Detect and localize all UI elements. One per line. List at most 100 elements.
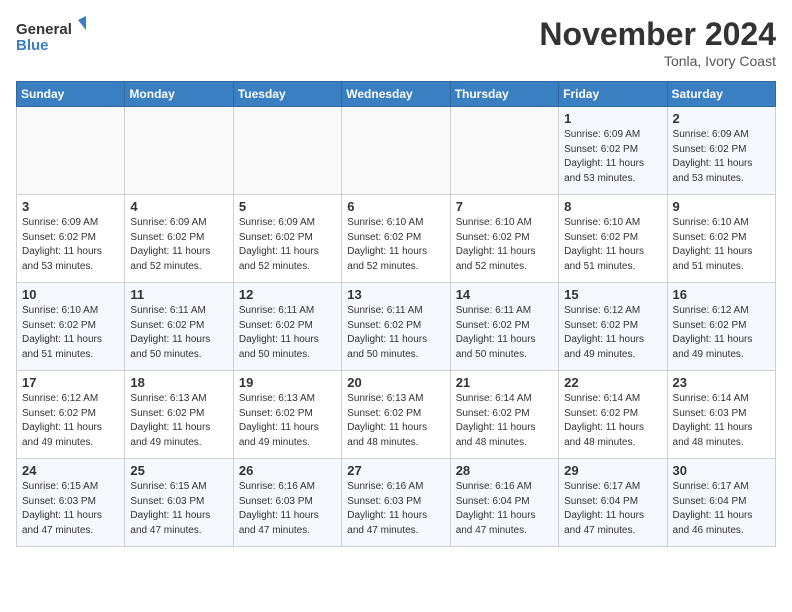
day-info: Sunrise: 6:10 AM Sunset: 6:02 PM Dayligh…	[22, 304, 119, 362]
calendar-cell: 10 Sunrise: 6:10 AM Sunset: 6:02 PM Dayli…	[17, 283, 125, 371]
day-number: 6	[347, 199, 444, 214]
day-number: 16	[673, 287, 770, 302]
day-info: Sunrise: 6:13 AM Sunset: 6:02 PM Dayligh…	[239, 392, 336, 450]
day-info: Sunrise: 6:16 AM Sunset: 6:04 PM Dayligh…	[456, 480, 553, 538]
day-info: Sunrise: 6:09 AM Sunset: 6:02 PM Dayligh…	[22, 216, 119, 274]
day-info: Sunrise: 6:10 AM Sunset: 6:02 PM Dayligh…	[673, 216, 770, 274]
col-header-sunday: Sunday	[17, 82, 125, 107]
svg-text:Blue: Blue	[16, 37, 49, 54]
day-info: Sunrise: 6:13 AM Sunset: 6:02 PM Dayligh…	[130, 392, 227, 450]
calendar-cell: 18 Sunrise: 6:13 AM Sunset: 6:02 PM Dayli…	[125, 371, 233, 459]
day-number: 18	[130, 375, 227, 390]
calendar-cell: 14 Sunrise: 6:11 AM Sunset: 6:02 PM Dayli…	[450, 283, 558, 371]
title-block: November 2024 Tonla, Ivory Coast	[539, 16, 776, 69]
calendar-cell: 16 Sunrise: 6:12 AM Sunset: 6:02 PM Dayli…	[667, 283, 775, 371]
day-info: Sunrise: 6:12 AM Sunset: 6:02 PM Dayligh…	[673, 304, 770, 362]
calendar-cell	[450, 107, 558, 195]
calendar-cell: 15 Sunrise: 6:12 AM Sunset: 6:02 PM Dayli…	[559, 283, 667, 371]
day-number: 1	[564, 111, 661, 126]
day-number: 9	[673, 199, 770, 214]
day-info: Sunrise: 6:11 AM Sunset: 6:02 PM Dayligh…	[239, 304, 336, 362]
day-info: Sunrise: 6:11 AM Sunset: 6:02 PM Dayligh…	[456, 304, 553, 362]
week-row-3: 10 Sunrise: 6:10 AM Sunset: 6:02 PM Dayli…	[17, 283, 776, 371]
day-info: Sunrise: 6:10 AM Sunset: 6:02 PM Dayligh…	[347, 216, 444, 274]
col-header-wednesday: Wednesday	[342, 82, 450, 107]
day-number: 11	[130, 287, 227, 302]
day-number: 14	[456, 287, 553, 302]
day-info: Sunrise: 6:14 AM Sunset: 6:02 PM Dayligh…	[564, 392, 661, 450]
day-headers-row: SundayMondayTuesdayWednesdayThursdayFrid…	[17, 82, 776, 107]
calendar-cell: 7Sunrise: 6:10 AM Sunset: 6:02 PM Daylig…	[450, 195, 558, 283]
day-info: Sunrise: 6:14 AM Sunset: 6:03 PM Dayligh…	[673, 392, 770, 450]
calendar-table: SundayMondayTuesdayWednesdayThursdayFrid…	[16, 81, 776, 547]
week-row-2: 3 Sunrise: 6:09 AM Sunset: 6:02 PM Daylig…	[17, 195, 776, 283]
week-row-4: 17Sunrise: 6:12 AM Sunset: 6:02 PM Dayli…	[17, 371, 776, 459]
calendar-cell: 3 Sunrise: 6:09 AM Sunset: 6:02 PM Daylig…	[17, 195, 125, 283]
day-number: 24	[22, 463, 119, 478]
calendar-cell: 21 Sunrise: 6:14 AM Sunset: 6:02 PM Dayli…	[450, 371, 558, 459]
calendar-cell: 9 Sunrise: 6:10 AM Sunset: 6:02 PM Daylig…	[667, 195, 775, 283]
calendar-cell: 11 Sunrise: 6:11 AM Sunset: 6:02 PM Dayli…	[125, 283, 233, 371]
day-number: 15	[564, 287, 661, 302]
month-title: November 2024	[539, 16, 776, 53]
day-info: Sunrise: 6:12 AM Sunset: 6:02 PM Dayligh…	[564, 304, 661, 362]
week-row-5: 24 Sunrise: 6:15 AM Sunset: 6:03 PM Dayli…	[17, 459, 776, 547]
day-number: 21	[456, 375, 553, 390]
calendar-cell: 4Sunrise: 6:09 AM Sunset: 6:02 PM Daylig…	[125, 195, 233, 283]
day-number: 29	[564, 463, 661, 478]
svg-text:General: General	[16, 21, 72, 38]
day-number: 10	[22, 287, 119, 302]
location-subtitle: Tonla, Ivory Coast	[539, 53, 776, 69]
day-info: Sunrise: 6:11 AM Sunset: 6:02 PM Dayligh…	[130, 304, 227, 362]
day-info: Sunrise: 6:09 AM Sunset: 6:02 PM Dayligh…	[673, 128, 770, 186]
logo: General Blue	[16, 16, 86, 60]
calendar-cell: 2Sunrise: 6:09 AM Sunset: 6:02 PM Daylig…	[667, 107, 775, 195]
calendar-cell	[233, 107, 341, 195]
day-number: 13	[347, 287, 444, 302]
day-info: Sunrise: 6:15 AM Sunset: 6:03 PM Dayligh…	[22, 480, 119, 538]
calendar-cell: 29Sunrise: 6:17 AM Sunset: 6:04 PM Dayli…	[559, 459, 667, 547]
day-info: Sunrise: 6:16 AM Sunset: 6:03 PM Dayligh…	[347, 480, 444, 538]
calendar-cell: 25 Sunrise: 6:15 AM Sunset: 6:03 PM Dayli…	[125, 459, 233, 547]
calendar-cell: 1 Sunrise: 6:09 AM Sunset: 6:02 PM Daylig…	[559, 107, 667, 195]
day-info: Sunrise: 6:09 AM Sunset: 6:02 PM Dayligh…	[564, 128, 661, 186]
col-header-saturday: Saturday	[667, 82, 775, 107]
day-number: 5	[239, 199, 336, 214]
calendar-cell: 8 Sunrise: 6:10 AM Sunset: 6:02 PM Daylig…	[559, 195, 667, 283]
calendar-cell: 5Sunrise: 6:09 AM Sunset: 6:02 PM Daylig…	[233, 195, 341, 283]
calendar-cell: 17Sunrise: 6:12 AM Sunset: 6:02 PM Dayli…	[17, 371, 125, 459]
calendar-cell: 28 Sunrise: 6:16 AM Sunset: 6:04 PM Dayli…	[450, 459, 558, 547]
day-info: Sunrise: 6:14 AM Sunset: 6:02 PM Dayligh…	[456, 392, 553, 450]
day-number: 20	[347, 375, 444, 390]
col-header-thursday: Thursday	[450, 82, 558, 107]
day-number: 8	[564, 199, 661, 214]
day-number: 25	[130, 463, 227, 478]
calendar-cell	[125, 107, 233, 195]
day-number: 27	[347, 463, 444, 478]
calendar-cell: 22 Sunrise: 6:14 AM Sunset: 6:02 PM Dayli…	[559, 371, 667, 459]
col-header-monday: Monday	[125, 82, 233, 107]
calendar-cell: 12Sunrise: 6:11 AM Sunset: 6:02 PM Dayli…	[233, 283, 341, 371]
day-number: 17	[22, 375, 119, 390]
day-number: 23	[673, 375, 770, 390]
day-info: Sunrise: 6:10 AM Sunset: 6:02 PM Dayligh…	[564, 216, 661, 274]
calendar-cell: 13Sunrise: 6:11 AM Sunset: 6:02 PM Dayli…	[342, 283, 450, 371]
day-info: Sunrise: 6:17 AM Sunset: 6:04 PM Dayligh…	[673, 480, 770, 538]
logo-icon: General Blue	[16, 16, 86, 60]
day-number: 28	[456, 463, 553, 478]
page-header: General Blue November 2024 Tonla, Ivory …	[16, 16, 776, 69]
calendar-cell: 19 Sunrise: 6:13 AM Sunset: 6:02 PM Dayli…	[233, 371, 341, 459]
week-row-1: 1 Sunrise: 6:09 AM Sunset: 6:02 PM Daylig…	[17, 107, 776, 195]
day-number: 4	[130, 199, 227, 214]
calendar-cell: 27 Sunrise: 6:16 AM Sunset: 6:03 PM Dayli…	[342, 459, 450, 547]
col-header-friday: Friday	[559, 82, 667, 107]
calendar-cell: 6 Sunrise: 6:10 AM Sunset: 6:02 PM Daylig…	[342, 195, 450, 283]
calendar-cell: 26Sunrise: 6:16 AM Sunset: 6:03 PM Dayli…	[233, 459, 341, 547]
day-number: 22	[564, 375, 661, 390]
day-number: 3	[22, 199, 119, 214]
day-info: Sunrise: 6:16 AM Sunset: 6:03 PM Dayligh…	[239, 480, 336, 538]
day-number: 7	[456, 199, 553, 214]
calendar-cell	[17, 107, 125, 195]
day-number: 19	[239, 375, 336, 390]
day-info: Sunrise: 6:15 AM Sunset: 6:03 PM Dayligh…	[130, 480, 227, 538]
